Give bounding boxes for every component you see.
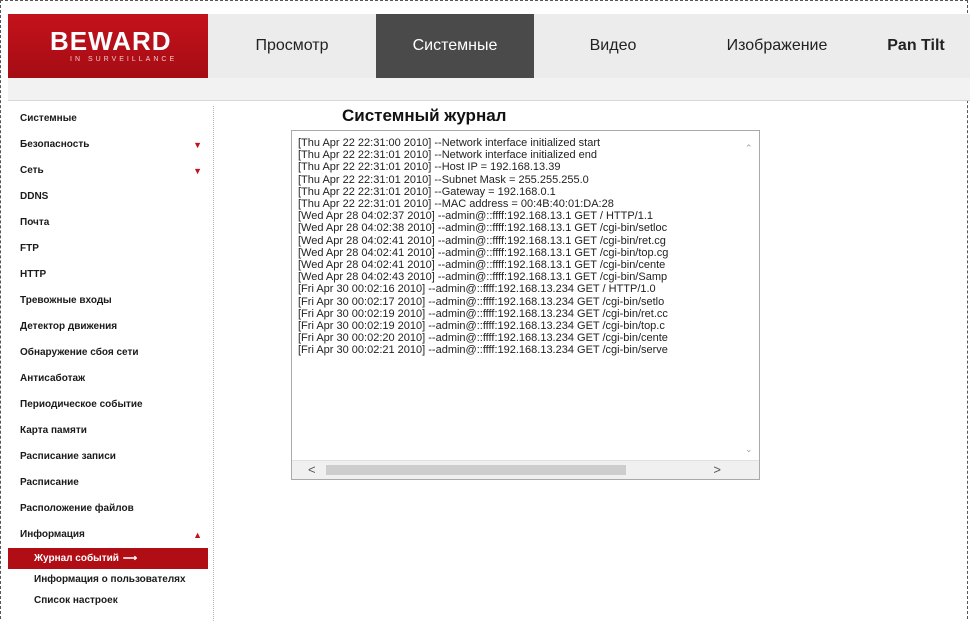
log-line: [Wed Apr 28 04:02:41 2010] --admin@::fff… bbox=[298, 234, 666, 247]
log-line: [Thu Apr 22 22:31:01 2010] --MAC address… bbox=[298, 198, 614, 211]
log-line: [Thu Apr 22 22:31:01 2010] --Host IP = 1… bbox=[298, 161, 561, 174]
sidebar-item-label: Тревожные входы bbox=[20, 295, 112, 306]
tab-image[interactable]: Изображение bbox=[692, 14, 862, 78]
scroll-left-icon[interactable]: < bbox=[308, 462, 316, 477]
sidebar-item-ftp[interactable]: FTP bbox=[8, 236, 208, 262]
horizontal-scrollbar[interactable]: < > bbox=[292, 460, 759, 479]
vertical-scrollbar[interactable]: ⌃ ⌄ bbox=[742, 131, 759, 461]
tab-system[interactable]: Системные bbox=[376, 14, 534, 78]
scroll-down-icon[interactable]: ⌄ bbox=[745, 444, 753, 455]
sidebar-item-tamper[interactable]: Антисаботаж bbox=[8, 366, 208, 392]
log-line: [Wed Apr 28 04:02:41 2010] --admin@::fff… bbox=[298, 259, 666, 272]
log-content: [Thu Apr 22 22:31:00 2010] --Network int… bbox=[298, 137, 744, 357]
sidebar-item-schedule[interactable]: Расписание bbox=[8, 470, 208, 496]
scrollbar-thumb[interactable] bbox=[326, 465, 626, 475]
sidebar-subitem-label: Информация о пользователях bbox=[34, 574, 186, 585]
log-line: [Thu Apr 22 22:31:00 2010] --Network int… bbox=[298, 137, 601, 149]
scroll-up-icon[interactable]: ⌃ bbox=[745, 143, 753, 154]
sidebar-item-label: Расписание bbox=[20, 477, 79, 488]
tab-video[interactable]: Видео bbox=[534, 14, 692, 78]
log-line: [Fri Apr 30 00:02:19 2010] --admin@::fff… bbox=[298, 320, 665, 333]
log-line: [Fri Apr 30 00:02:16 2010] --admin@::fff… bbox=[298, 283, 656, 296]
sidebar-item-label: HTTP bbox=[20, 269, 47, 280]
logo-tagline: IN SURVEILLANCE bbox=[70, 56, 178, 63]
log-line: [Wed Apr 28 04:02:43 2010] --admin@::fff… bbox=[298, 271, 668, 284]
sidebar-subitem-label: Список настроек bbox=[34, 595, 118, 606]
nav-tabs: Просмотр Системные Видео Изображение Pan… bbox=[208, 14, 970, 78]
sidebar-item-label: Антисаботаж bbox=[20, 373, 86, 384]
sidebar-item-label: Информация bbox=[20, 529, 85, 540]
expand-arrow-icon[interactable]: ▼ bbox=[193, 132, 202, 158]
sidebar-item-label: Безопасность bbox=[20, 139, 90, 150]
sidebar-item-label: Системные bbox=[20, 113, 77, 124]
sidebar-item-security[interactable]: Безопасность ▼ bbox=[8, 132, 208, 158]
tab-pan-tilt[interactable]: Pan Tilt bbox=[862, 14, 970, 78]
sidebar-subitem-user-info[interactable]: Информация о пользователях bbox=[8, 569, 208, 590]
sidebar-item-label: Расписание записи bbox=[20, 451, 116, 462]
header: BEWARD IN SURVEILLANCE Просмотр Системны… bbox=[8, 14, 970, 78]
sidebar-item-motion-detector[interactable]: Детектор движения bbox=[8, 314, 208, 340]
sidebar-subitem-event-log[interactable]: Журнал событий ⟶ bbox=[8, 548, 208, 569]
sidebar-item-network-failure[interactable]: Обнаружение сбоя сети bbox=[8, 340, 208, 366]
sidebar-item-periodic-event[interactable]: Периодическое событие bbox=[8, 392, 208, 418]
log-line: [Fri Apr 30 00:02:17 2010] --admin@::fff… bbox=[298, 295, 665, 308]
sidebar-item-ddns[interactable]: DDNS bbox=[8, 184, 208, 210]
log-line: [Thu Apr 22 22:31:01 2010] --Subnet Mask… bbox=[298, 173, 589, 186]
sidebar-item-label: Сеть bbox=[20, 165, 44, 176]
logo[interactable]: BEWARD IN SURVEILLANCE bbox=[8, 14, 208, 78]
scroll-right-icon[interactable]: > bbox=[713, 462, 721, 477]
sidebar-item-label: DDNS bbox=[20, 191, 49, 202]
sub-navigation-bar bbox=[8, 78, 970, 101]
log-line: [Wed Apr 28 04:02:41 2010] --admin@::fff… bbox=[298, 246, 669, 259]
sidebar-item-label: Расположение файлов bbox=[20, 503, 134, 514]
log-line: [Fri Apr 30 00:02:21 2010] --admin@::fff… bbox=[298, 344, 668, 357]
sidebar-item-label: Детектор движения bbox=[20, 321, 118, 332]
collapse-arrow-icon[interactable]: ▲ bbox=[193, 522, 202, 548]
sidebar-item-memory-card[interactable]: Карта памяти bbox=[8, 418, 208, 444]
system-log-textarea[interactable]: [Thu Apr 22 22:31:00 2010] --Network int… bbox=[291, 130, 760, 480]
sidebar-item-label: Периодическое событие bbox=[20, 399, 143, 410]
sidebar-item-recording-schedule[interactable]: Расписание записи bbox=[8, 444, 208, 470]
page-title: Системный журнал bbox=[342, 106, 507, 125]
log-line: [Fri Apr 30 00:02:20 2010] --admin@::fff… bbox=[298, 332, 668, 345]
sidebar-item-label: Обнаружение сбоя сети bbox=[20, 347, 139, 358]
log-line: [Wed Apr 28 04:02:38 2010] --admin@::fff… bbox=[298, 222, 668, 235]
sidebar-item-mail[interactable]: Почта bbox=[8, 210, 208, 236]
sidebar: Системные Безопасность ▼ Сеть ▼ DDNS Почта… bbox=[8, 106, 208, 611]
arrow-right-icon: ⟶ bbox=[122, 553, 138, 564]
log-line: [Wed Apr 28 04:02:37 2010] --admin@::fff… bbox=[298, 210, 654, 223]
sidebar-item-file-location[interactable]: Расположение файлов bbox=[8, 496, 208, 522]
log-line: [Thu Apr 22 22:31:01 2010] --Gateway = 1… bbox=[298, 185, 556, 198]
sidebar-item-label: Карта памяти bbox=[20, 425, 87, 436]
sidebar-item-network[interactable]: Сеть ▼ bbox=[8, 158, 208, 184]
sidebar-item-alarm-inputs[interactable]: Тревожные входы bbox=[8, 288, 208, 314]
expand-arrow-icon[interactable]: ▼ bbox=[193, 158, 202, 184]
sidebar-item-label: FTP bbox=[20, 243, 39, 254]
sidebar-divider bbox=[213, 106, 214, 621]
log-line: [Fri Apr 30 00:02:19 2010] --admin@::fff… bbox=[298, 307, 668, 320]
log-line: [Thu Apr 22 22:31:01 2010] --Network int… bbox=[298, 149, 598, 162]
tab-view[interactable]: Просмотр bbox=[208, 14, 376, 78]
sidebar-item-information[interactable]: Информация ▲ bbox=[8, 522, 208, 548]
sidebar-subitem-settings-list[interactable]: Список настроек bbox=[8, 590, 208, 611]
sidebar-item-label: Почта bbox=[20, 217, 50, 228]
logo-brand: BEWARD bbox=[50, 26, 172, 56]
sidebar-item-http[interactable]: HTTP bbox=[8, 262, 208, 288]
sidebar-item-system[interactable]: Системные bbox=[8, 106, 208, 132]
sidebar-subitem-label: Журнал событий bbox=[34, 553, 119, 564]
